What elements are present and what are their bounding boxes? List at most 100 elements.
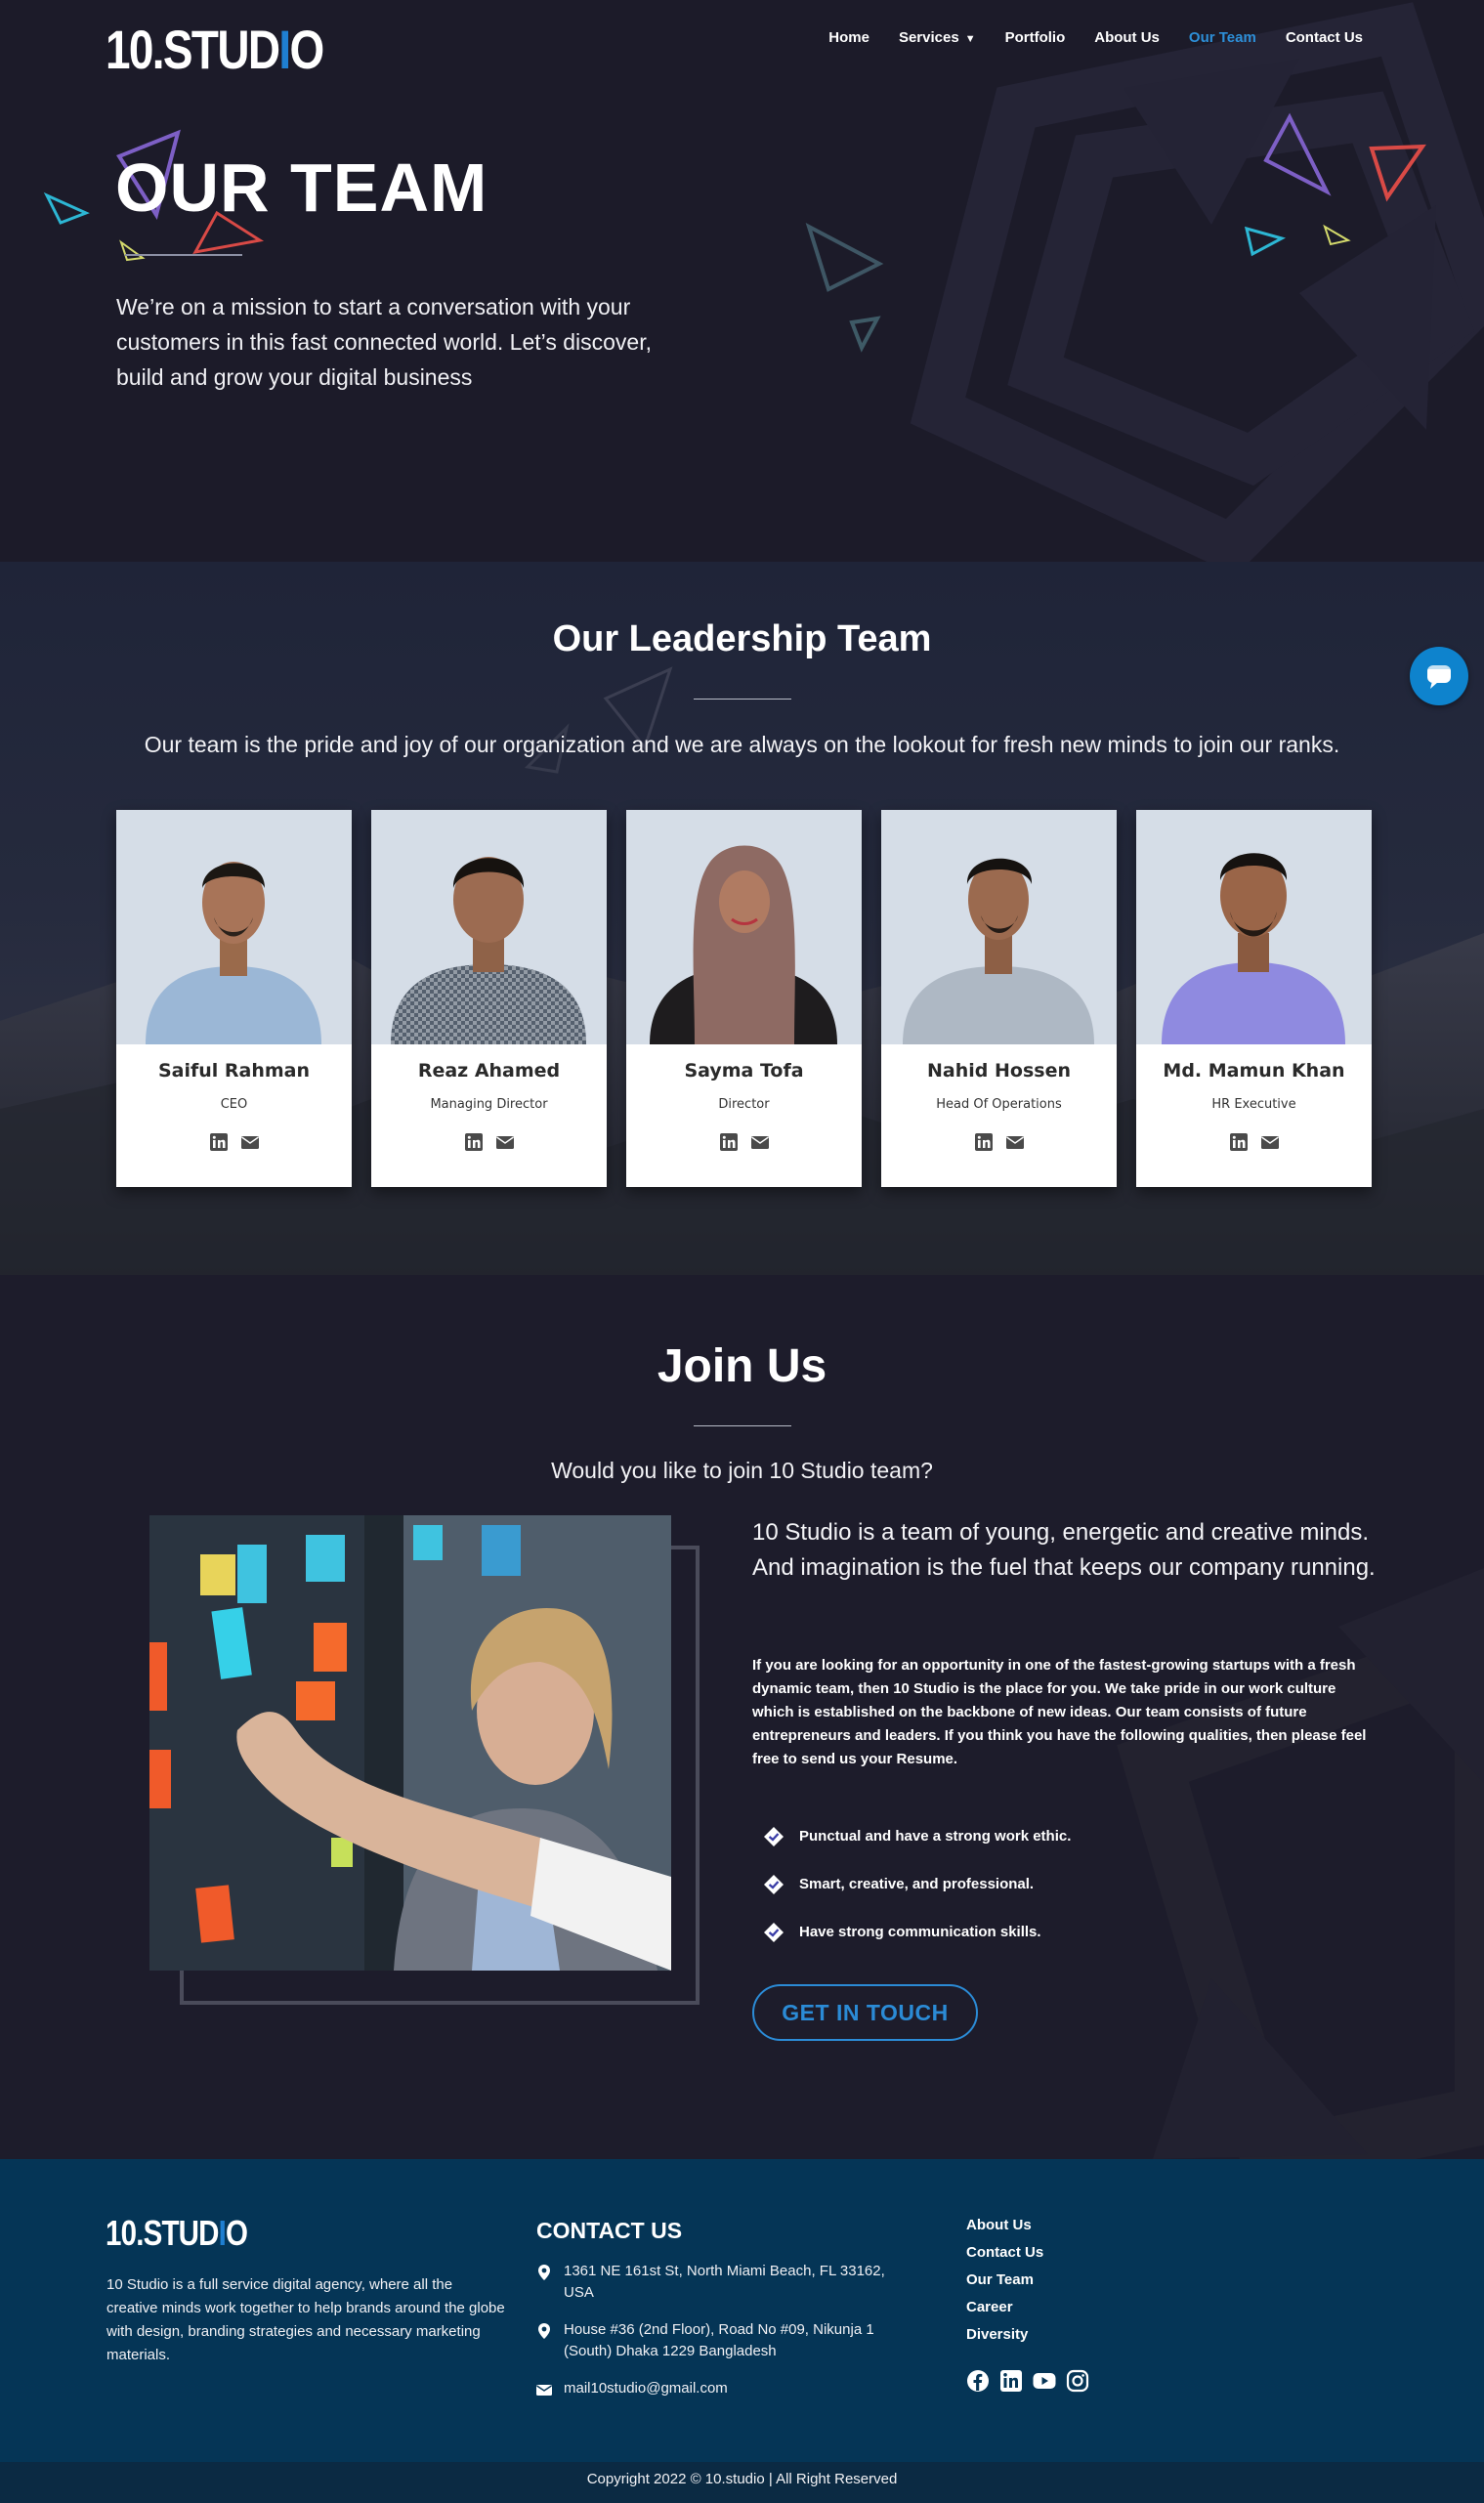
map-pin-icon	[538, 2323, 550, 2339]
leadership-section: Our Leadership Team Our team is the prid…	[0, 562, 1484, 1275]
list-item: Smart, creative, and professional.	[764, 1860, 1071, 1908]
footer-links: About Us Contact Us Our Team Career Dive…	[966, 2217, 1043, 2354]
youtube-icon[interactable]	[1033, 2369, 1056, 2393]
linkedin-icon[interactable]	[464, 1133, 483, 1151]
envelope-icon	[536, 2385, 552, 2396]
join-body-text: If you are looking for an opportunity in…	[752, 1657, 1367, 1767]
footer-logo[interactable]: 10.STUDIO	[106, 2213, 248, 2254]
member-social	[371, 1133, 607, 1151]
join-subtitle: Would you like to join 10 Studio team?	[551, 1458, 933, 1483]
member-photo	[881, 810, 1117, 1044]
linkedin-icon[interactable]	[974, 1133, 993, 1151]
team-card: Sayma Tofa Director	[626, 810, 862, 1187]
member-photo	[1136, 810, 1372, 1044]
nav-about-us[interactable]: About Us	[1094, 29, 1160, 46]
footer-link-career[interactable]: Career	[966, 2299, 1043, 2326]
nav-portfolio[interactable]: Portfolio	[1005, 29, 1066, 46]
copyright-text: Copyright 2022 © 10.studio | All Right R…	[586, 2471, 898, 2487]
logo-text: 10.STUD	[106, 19, 280, 80]
linkedin-icon[interactable]	[1229, 1133, 1248, 1151]
member-photo	[116, 810, 352, 1044]
map-pin-icon	[538, 2265, 550, 2280]
list-item: Have strong communication skills.	[764, 1908, 1071, 1956]
member-social	[1136, 1133, 1372, 1151]
footer: 10.STUDIO 10 Studio is a full service di…	[0, 2159, 1484, 2462]
join-section: Join Us Would you like to join 10 Studio…	[0, 1275, 1484, 2159]
qualities-list: Punctual and have a strong work ethic. S…	[764, 1812, 1071, 1956]
logo-text-end: O	[226, 2213, 248, 2253]
logo-text: 10.STUD	[106, 2213, 219, 2253]
member-social	[116, 1133, 352, 1151]
envelope-icon[interactable]	[750, 1133, 769, 1151]
main-nav: Home Services ▼ Portfolio About Us Our Te…	[828, 29, 1363, 46]
nav-contact-us[interactable]: Contact Us	[1286, 29, 1363, 46]
member-social	[881, 1133, 1117, 1151]
chat-button[interactable]	[1410, 647, 1468, 705]
hero-background-pattern	[43, 2, 1484, 562]
nav-services[interactable]: Services ▼	[899, 29, 976, 46]
list-item: Punctual and have a strong work ethic.	[764, 1812, 1071, 1860]
linkedin-icon[interactable]	[719, 1133, 738, 1151]
chevron-down-icon: ▼	[964, 33, 976, 45]
member-name: Saiful Rahman	[157, 1060, 311, 1082]
member-name: Nahid Hossen	[927, 1060, 1071, 1082]
envelope-icon[interactable]	[240, 1133, 259, 1151]
diamond-check-icon	[764, 1922, 784, 1942]
footer-link-diversity[interactable]: Diversity	[966, 2326, 1043, 2354]
quality-text: Punctual and have a strong work ethic.	[799, 1828, 1072, 1845]
member-name: Md. Mamun Khan	[1163, 1060, 1345, 1082]
leadership-title: Our Leadership Team	[552, 618, 932, 659]
address-text: House #36 (2nd Floor), Road No #09, Niku…	[564, 2321, 874, 2359]
copyright-bar: Copyright 2022 © 10.studio | All Right R…	[0, 2462, 1484, 2503]
member-role: Managing Director	[430, 1097, 548, 1112]
nav-services-label: Services	[898, 29, 959, 46]
envelope-icon[interactable]	[1005, 1133, 1024, 1151]
get-in-touch-button[interactable]: GET IN TOUCH	[752, 1984, 978, 2041]
member-role: CEO	[220, 1097, 248, 1112]
logo-bar: I	[278, 19, 291, 80]
footer-about: 10 Studio is a full service digital agen…	[106, 2276, 505, 2363]
logo-text-end: O	[289, 19, 324, 80]
hero-description: We’re on a mission to start a conversati…	[116, 294, 653, 390]
leadership-subtitle: Our team is the pride and joy of our org…	[144, 732, 1340, 757]
member-role: HR Executive	[1211, 1097, 1296, 1112]
footer-link-our-team[interactable]: Our Team	[966, 2271, 1043, 2299]
footer-contact-title: CONTACT US	[536, 2218, 683, 2243]
facebook-icon[interactable]	[966, 2369, 990, 2393]
leadership-divider	[694, 699, 791, 700]
logo[interactable]: 10.STUDIO	[106, 18, 324, 81]
nav-home[interactable]: Home	[828, 29, 869, 46]
chat-bubble-icon	[1427, 665, 1451, 689]
quality-text: Have strong communication skills.	[799, 1924, 1041, 1940]
quality-text: Smart, creative, and professional.	[799, 1876, 1035, 1892]
member-name: Sayma Tofa	[684, 1060, 804, 1082]
instagram-icon[interactable]	[1066, 2369, 1089, 2393]
team-card: Md. Mamun Khan HR Executive	[1136, 810, 1372, 1187]
member-photo	[371, 810, 607, 1044]
member-name: Reaz Ahamed	[417, 1060, 561, 1082]
email-text[interactable]: mail10studio@gmail.com	[564, 2378, 728, 2399]
address-bangladesh: House #36 (2nd Floor), Road No #09, Niku…	[536, 2319, 888, 2362]
footer-link-contact-us[interactable]: Contact Us	[966, 2244, 1043, 2271]
nav-our-team[interactable]: Our Team	[1189, 29, 1256, 46]
team-cards: Saiful Rahman CEO Reaz Ahamed Managing D…	[116, 810, 1372, 1187]
address-text: 1361 NE 161st St, North Miami Beach, FL …	[564, 2263, 885, 2301]
member-social	[626, 1133, 862, 1151]
member-role: Director	[718, 1097, 770, 1112]
team-card: Saiful Rahman CEO	[116, 810, 352, 1187]
logo-bar: I	[218, 2213, 227, 2253]
diamond-check-icon	[764, 1826, 784, 1846]
envelope-icon[interactable]	[1260, 1133, 1279, 1151]
linkedin-icon[interactable]	[209, 1133, 228, 1151]
address-usa: 1361 NE 161st St, North Miami Beach, FL …	[536, 2261, 888, 2304]
footer-link-about-us[interactable]: About Us	[966, 2217, 1043, 2244]
page-title: OUR TEAM	[115, 149, 488, 226]
diamond-check-icon	[764, 1874, 784, 1894]
envelope-icon[interactable]	[495, 1133, 514, 1151]
team-card: Nahid Hossen Head Of Operations	[881, 810, 1117, 1187]
team-card: Reaz Ahamed Managing Director	[371, 810, 607, 1187]
hero-section: 10.STUDIO Home Services ▼ Portfolio About…	[0, 0, 1484, 562]
linkedin-icon[interactable]	[999, 2369, 1023, 2393]
sticky-notes-photo	[149, 1515, 671, 1971]
email-row[interactable]: mail10studio@gmail.com	[536, 2378, 728, 2399]
